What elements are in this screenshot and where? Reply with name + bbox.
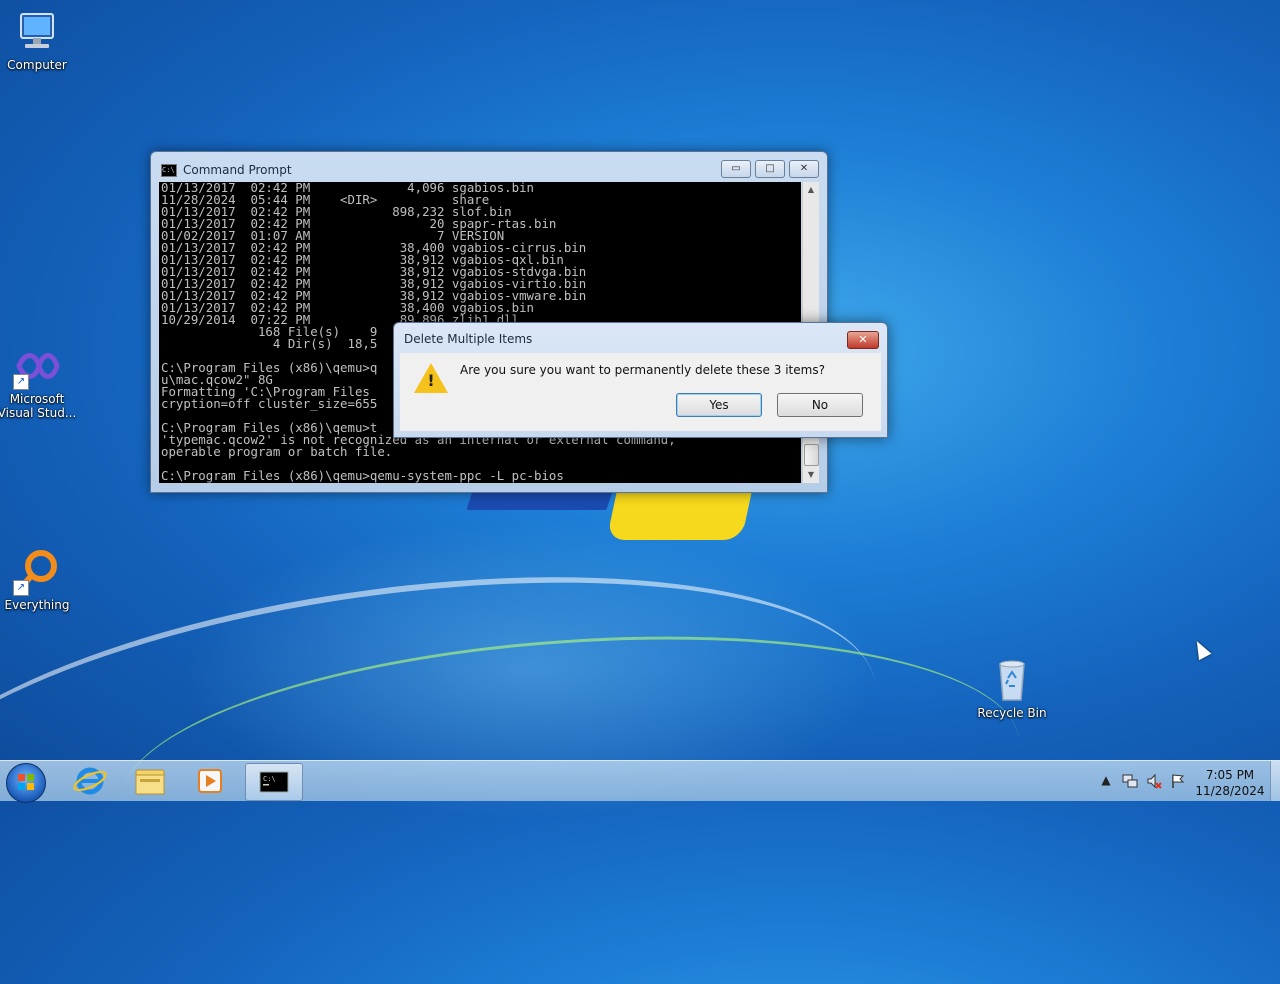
computer-icon	[13, 8, 61, 56]
desktop-icon-recycle-bin[interactable]: Recycle Bin	[970, 656, 1054, 720]
scroll-up-arrow-icon[interactable]: ▲	[803, 182, 819, 198]
taskbar: C:\ ▲ 7:05 PM 11/28/2024	[0, 760, 1280, 803]
console-line: operable program or batch file.	[161, 444, 393, 459]
taskbar-internet-explorer[interactable]	[62, 763, 118, 799]
command-prompt-icon: C:\	[259, 771, 289, 793]
svg-text:C:\: C:\	[263, 775, 276, 783]
no-button[interactable]: No	[777, 393, 863, 417]
start-button[interactable]	[6, 763, 46, 803]
visual-studio-icon: ↗	[13, 342, 61, 390]
taskbar-file-explorer[interactable]	[122, 763, 178, 799]
scroll-down-arrow-icon[interactable]: ▼	[803, 467, 819, 483]
shortcut-arrow-icon: ↗	[13, 374, 29, 390]
volume-muted-icon[interactable]	[1146, 773, 1162, 789]
desktop-icon-label: Microsoft Visual Stud...	[0, 392, 77, 420]
desktop-icon-visual-studio[interactable]: ↗ Microsoft Visual Stud...	[0, 342, 79, 420]
show-hidden-icons-chevron-icon[interactable]: ▲	[1098, 773, 1114, 789]
internet-explorer-icon	[73, 767, 107, 795]
taskbar-media-player[interactable]	[182, 763, 238, 799]
show-desktop-button[interactable]	[1270, 761, 1280, 801]
desktop-icon-label: Recycle Bin	[977, 706, 1047, 720]
dialog-body: ! Are you sure you want to permanently d…	[400, 353, 881, 431]
maximize-button[interactable]: □	[755, 160, 785, 178]
shortcut-arrow-icon: ↗	[13, 580, 29, 596]
media-player-icon	[198, 769, 222, 793]
console-line: C:\Program Files (x86)\qemu>qemu-system-…	[161, 468, 564, 483]
window-title: Command Prompt	[183, 163, 292, 177]
desktop-icon-label: Everything	[4, 598, 70, 612]
everything-search-icon: ↗	[13, 548, 61, 596]
dialog-title: Delete Multiple Items	[404, 332, 533, 346]
clock-date: 11/28/2024	[1195, 784, 1265, 798]
action-center-flag-icon[interactable]	[1170, 773, 1186, 789]
recycle-bin-icon	[988, 656, 1036, 704]
mouse-cursor-icon	[1190, 637, 1212, 661]
delete-confirmation-dialog[interactable]: Delete Multiple Items ✕ ! Are you sure y…	[393, 322, 888, 438]
dialog-message: Are you sure you want to permanently del…	[460, 363, 825, 377]
dialog-close-button[interactable]: ✕	[847, 331, 879, 349]
taskbar-command-prompt[interactable]: C:\	[245, 763, 303, 801]
scrollbar-thumb[interactable]	[804, 444, 819, 466]
system-clock[interactable]: 7:05 PM 11/28/2024	[1194, 767, 1266, 799]
warning-exclamation-icon: !	[427, 371, 435, 390]
wallpaper-logo	[606, 488, 753, 540]
yes-button[interactable]: Yes	[676, 393, 762, 417]
network-icon[interactable]	[1122, 773, 1138, 789]
command-prompt-icon: C:\	[161, 163, 177, 177]
close-button[interactable]: ✕	[789, 160, 819, 178]
clock-time: 7:05 PM	[1205, 768, 1255, 782]
desktop-icon-label: Computer	[7, 58, 67, 72]
desktop-icon-everything[interactable]: ↗ Everything	[0, 548, 79, 612]
minimize-button[interactable]: ▭	[721, 160, 751, 178]
windows-logo-icon	[18, 774, 34, 790]
folder-icon	[135, 769, 165, 795]
desktop-icon-computer[interactable]: Computer	[0, 8, 79, 72]
window-titlebar[interactable]: C:\ Command Prompt	[161, 162, 292, 178]
